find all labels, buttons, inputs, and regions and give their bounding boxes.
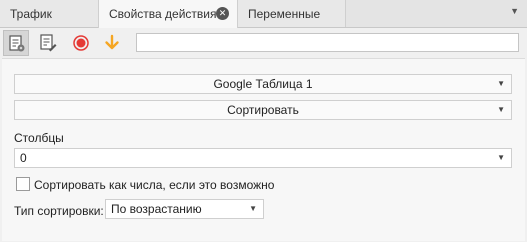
edit-button[interactable] [35,30,61,56]
columns-value: 0 [20,151,27,165]
tab-action-properties[interactable]: Свойства действия ✕ [98,0,238,28]
close-icon[interactable]: ✕ [216,7,229,20]
chevron-down-icon: ▼ [249,204,257,213]
chevron-down-icon: ▼ [497,153,505,162]
table-select-value: Google Таблица 1 [213,77,313,91]
action-select[interactable]: Сортировать ▼ [14,100,512,120]
tab-traffic[interactable]: Трафик [0,0,99,27]
chevron-down-icon: ▼ [497,79,505,88]
tab-label: Переменные [248,7,321,21]
edit-icon [40,34,57,52]
properties-button[interactable] [3,30,29,56]
toolbar-search-input[interactable] [136,33,519,52]
tab-label: Трафик [10,7,52,21]
tab-bar: Трафик Свойства действия ✕ Переменные ▼ [0,0,527,28]
columns-label: Столбцы [14,131,64,145]
sort-type-label: Тип сортировки: [14,204,104,218]
record-button[interactable] [68,30,94,56]
columns-field[interactable]: 0 ▼ [14,148,512,168]
sort-type-value: По возрастанию [111,202,202,216]
sort-type-select[interactable]: По возрастанию ▼ [105,199,264,219]
chevron-down-icon: ▼ [497,105,505,114]
toolbar [0,28,527,58]
download-arrow-icon [105,34,119,50]
table-select[interactable]: Google Таблица 1 ▼ [14,74,512,94]
tab-label: Свойства действия [109,7,217,21]
tab-variables[interactable]: Переменные [238,0,346,27]
action-properties-panel: Google Таблица 1 ▼ Сортировать ▼ Столбцы… [2,58,525,241]
chevron-down-icon[interactable]: ▼ [510,6,519,16]
properties-icon [9,35,25,52]
download-button[interactable] [99,30,125,56]
sort-numeric-checkbox[interactable] [16,177,30,191]
record-icon [73,35,89,51]
action-select-value: Сортировать [227,103,299,117]
sort-numeric-label: Сортировать как числа, если это возможно [34,178,275,192]
